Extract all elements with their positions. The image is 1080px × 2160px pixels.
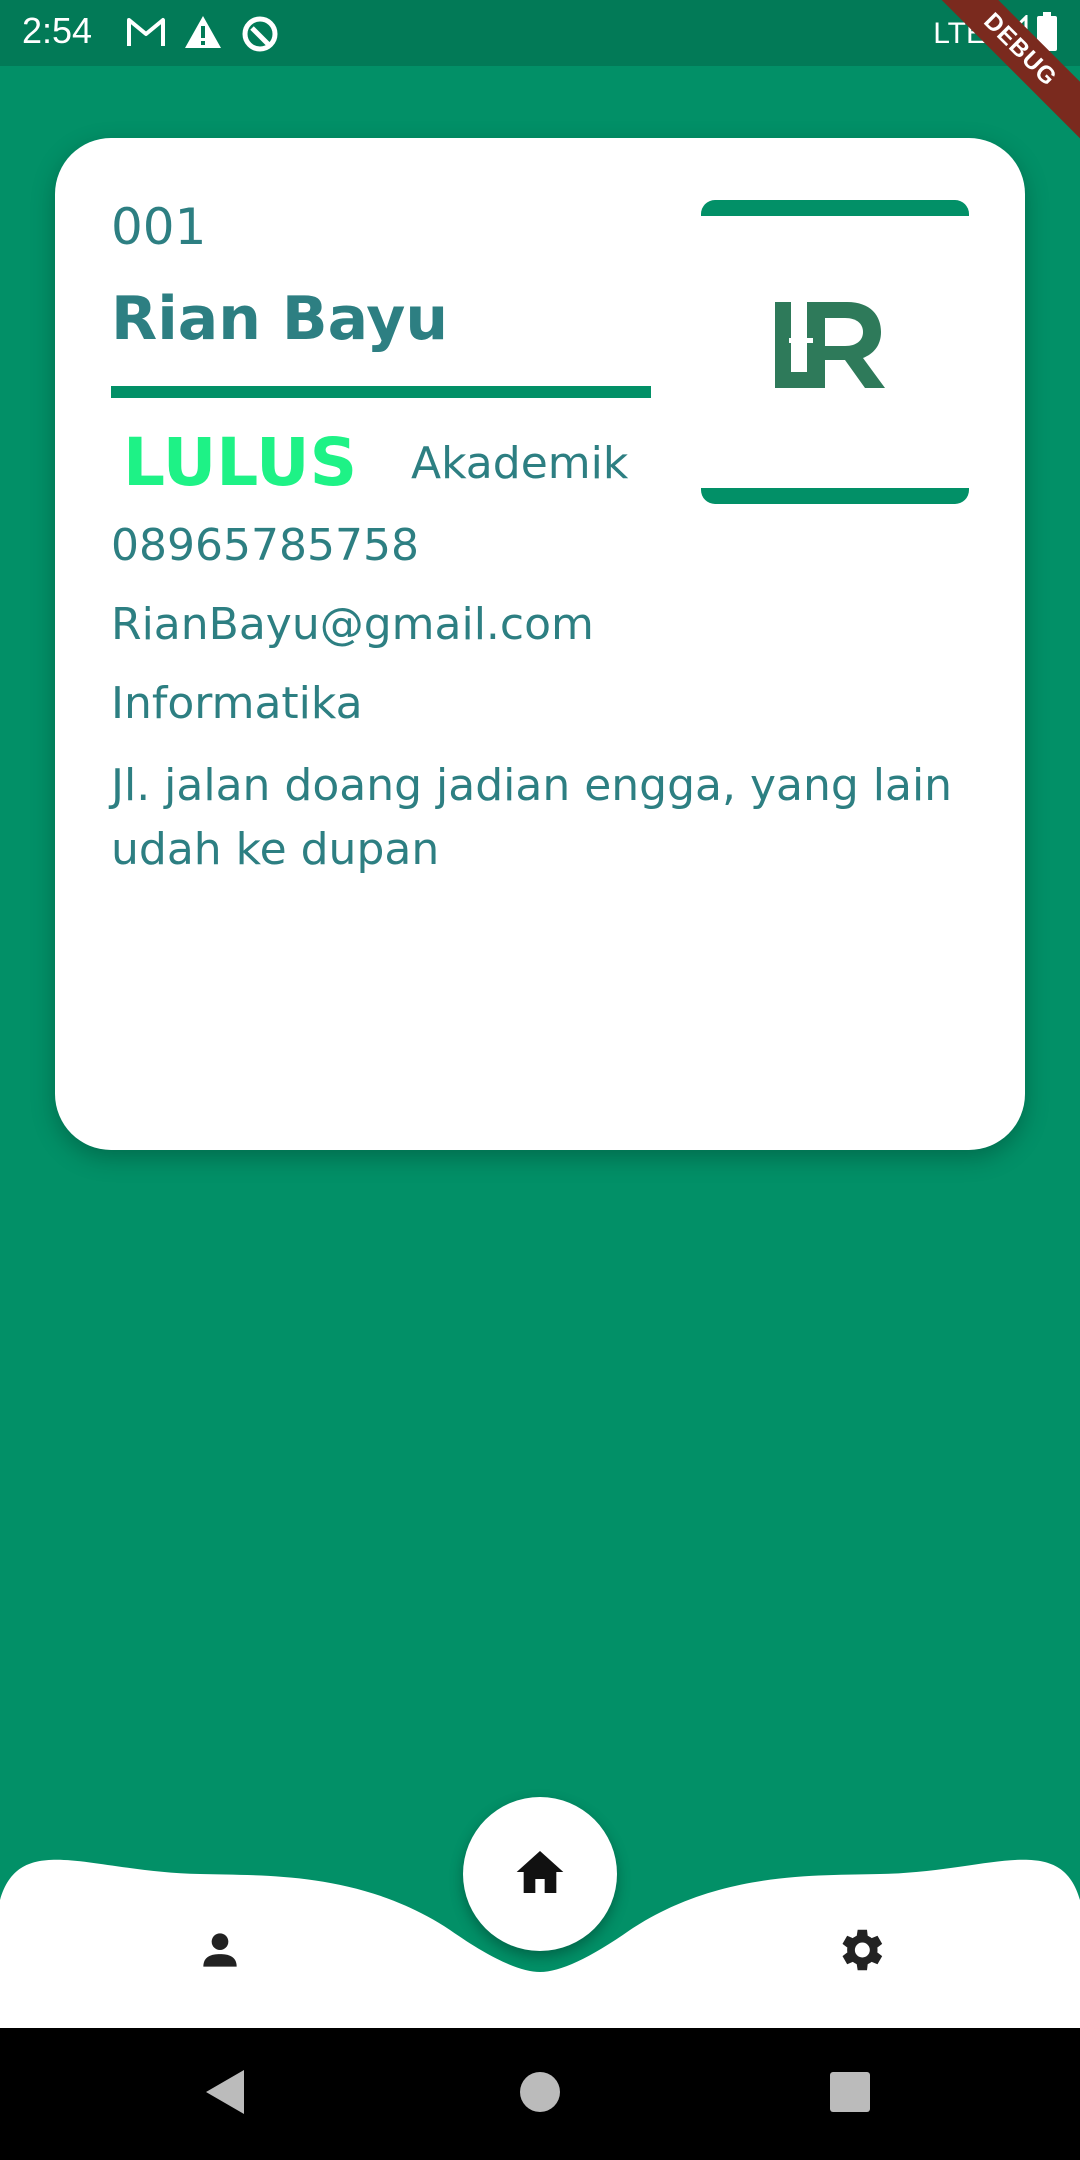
system-navigation-bar (0, 2028, 1080, 2160)
square-recents-icon (828, 2070, 872, 2118)
circle-home-icon (518, 2070, 562, 2118)
settings-nav-button[interactable] (820, 1912, 900, 1992)
address: Jl. jalan doang jadian engga, yang lain … (111, 760, 953, 875)
name-divider (111, 386, 651, 398)
home-nav-button[interactable] (463, 1797, 617, 1951)
graduation-status: LULUS (123, 424, 358, 501)
back-button[interactable] (196, 2064, 256, 2124)
status-time: 2:54 (22, 10, 93, 51)
logo-frame (701, 200, 969, 504)
gmail-icon (126, 14, 166, 58)
student-id: 001 (111, 198, 207, 256)
status-bar: 2:54 LTE DEBUG (0, 0, 1080, 157)
back-icon (204, 2068, 248, 2120)
person-icon (195, 1925, 245, 1979)
student-card: 001 Rian Bayu LULUS Akademik 08965785758… (55, 138, 1025, 1150)
major: Informatika (111, 678, 363, 729)
logo-frame-top-bar (701, 200, 969, 216)
lr-logo-icon (771, 300, 891, 394)
email-address: RianBayu@gmail.com (111, 599, 594, 650)
home-icon (512, 1844, 568, 1904)
recents-button[interactable] (820, 2064, 880, 2124)
logo-frame-bottom-bar (701, 488, 969, 504)
student-name: Rian Bayu (111, 284, 449, 354)
status-category: Akademik (411, 438, 629, 489)
data-saver-icon (240, 14, 280, 58)
warning-icon (184, 14, 222, 58)
notification-icons (126, 14, 280, 58)
profile-nav-button[interactable] (180, 1912, 260, 1992)
phone-number: 08965785758 (111, 520, 419, 571)
home-system-button[interactable] (510, 2064, 570, 2124)
settings-icon (832, 1922, 888, 1982)
